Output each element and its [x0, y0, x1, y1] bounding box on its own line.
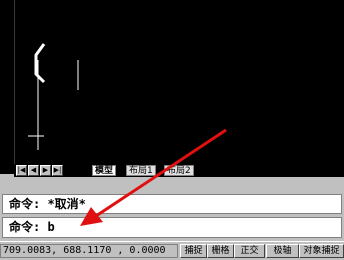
coordinate-readout: 709.0083, 688.1170 , 0.0000	[0, 244, 178, 258]
nav-first-icon[interactable]: |◀	[16, 165, 27, 176]
snap-button[interactable]: 捕捉	[180, 244, 207, 258]
grid-button[interactable]: 栅格	[207, 244, 234, 258]
drawn-bracket-shape	[34, 43, 46, 84]
command-history-line: 命令: *取消*	[2, 194, 342, 214]
layout-tab-bar: |◀ ◀ ▶ ▶| 模型 布局1 布局2	[14, 164, 344, 177]
command-window: 命令: *取消* 命令: b	[0, 177, 344, 241]
status-bar: 709.0083, 688.1170 , 0.0000 捕捉 栅格 正交 极轴 …	[0, 241, 344, 260]
ortho-button[interactable]: 正交	[234, 244, 265, 258]
nav-last-icon[interactable]: ▶|	[52, 165, 63, 176]
tab-layout2[interactable]: 布局2	[164, 165, 194, 176]
tab-model[interactable]: 模型	[92, 165, 117, 176]
drawing-geometry	[28, 43, 79, 150]
nav-next-icon[interactable]: ▶	[40, 165, 51, 176]
osnap-button[interactable]: 对象捕捉	[299, 244, 344, 258]
polar-button[interactable]: 极轴	[266, 244, 299, 258]
nav-prev-icon[interactable]: ◀	[28, 165, 39, 176]
canvas-left-border	[0, 0, 15, 174]
tab-layout1[interactable]: 布局1	[126, 165, 156, 176]
command-input[interactable]: 命令: b	[2, 217, 342, 238]
